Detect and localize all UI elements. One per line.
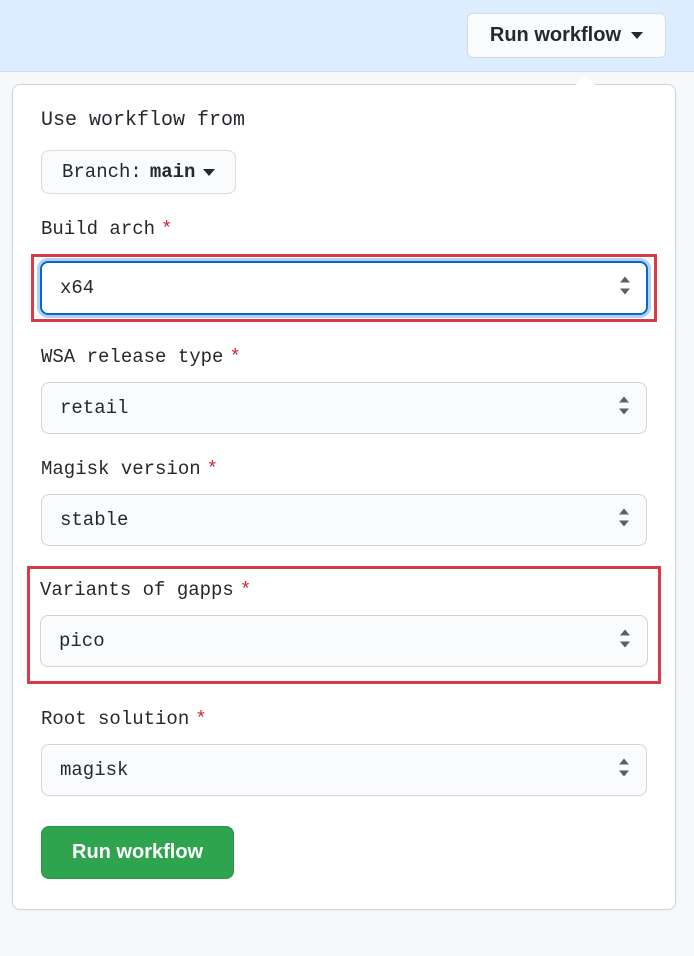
wsa-release-label: WSA release type*	[41, 346, 647, 368]
branch-prefix-label: Branch:	[62, 161, 142, 183]
wsa-release-select[interactable]: retail	[41, 382, 647, 434]
root-solution-select[interactable]: magisk	[41, 744, 647, 796]
caret-down-icon	[631, 32, 643, 39]
branch-selector[interactable]: Branch: main	[41, 150, 236, 194]
top-bar: Run workflow	[0, 0, 694, 72]
use-workflow-from-label: Use workflow from	[41, 109, 647, 132]
gapps-variants-label: Variants of gapps*	[40, 579, 648, 601]
required-asterisk-icon: *	[161, 218, 172, 240]
required-asterisk-icon: *	[195, 708, 206, 730]
required-asterisk-icon: *	[207, 458, 218, 480]
build-arch-select[interactable]: x64	[40, 261, 648, 315]
root-solution-label: Root solution*	[41, 708, 647, 730]
run-workflow-dropdown-button[interactable]: Run workflow	[467, 13, 666, 58]
workflow-panel: Use workflow from Branch: main Build arc…	[12, 84, 676, 910]
branch-name: main	[150, 161, 196, 183]
wsa-release-select-wrapper: retail	[41, 382, 647, 434]
magisk-version-select-wrapper: stable	[41, 494, 647, 546]
gapps-variants-select[interactable]: pico	[40, 615, 648, 667]
required-asterisk-icon: *	[229, 346, 240, 368]
highlight-gapps: Variants of gapps* pico	[27, 566, 661, 684]
build-arch-select-wrapper: x64	[40, 261, 648, 315]
gapps-variants-select-wrapper: pico	[40, 615, 648, 667]
magisk-version-select[interactable]: stable	[41, 494, 647, 546]
magisk-version-label: Magisk version*	[41, 458, 647, 480]
run-workflow-dropdown-label: Run workflow	[490, 24, 621, 47]
build-arch-label: Build arch*	[41, 218, 647, 240]
highlight-build-arch: x64	[31, 254, 657, 322]
required-asterisk-icon: *	[240, 579, 251, 601]
caret-down-icon	[203, 169, 215, 176]
root-solution-select-wrapper: magisk	[41, 744, 647, 796]
run-workflow-submit-button[interactable]: Run workflow	[41, 826, 234, 879]
